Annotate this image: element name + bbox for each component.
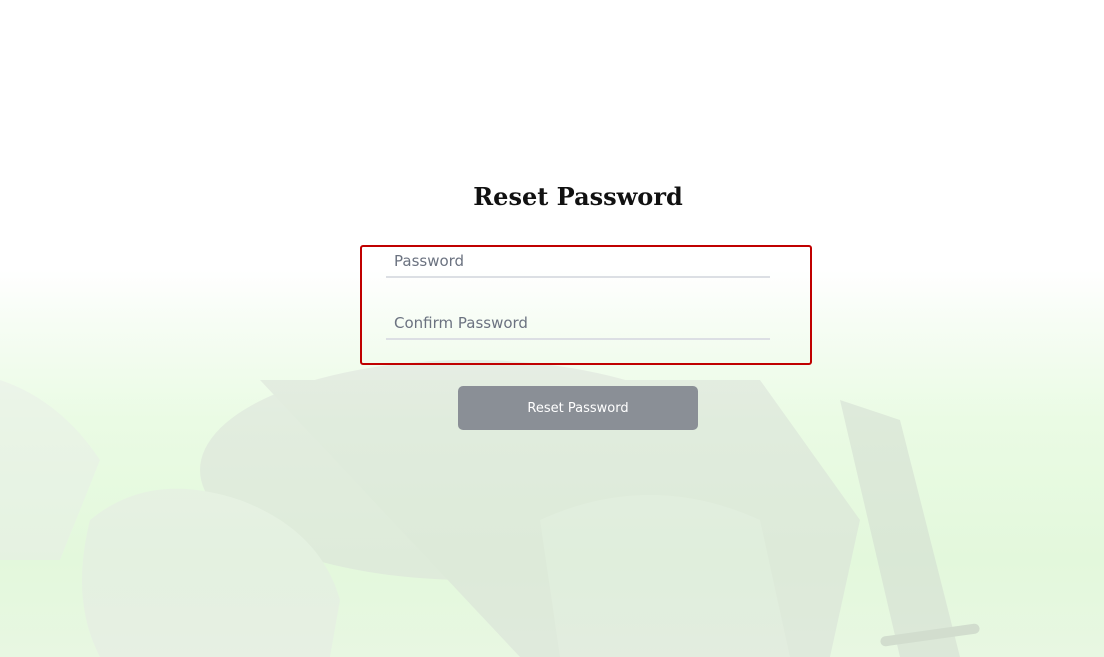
reset-password-button[interactable]: Reset Password [458,386,698,430]
password-field[interactable] [386,246,770,278]
confirm-password-field[interactable] [386,308,770,340]
page-title: Reset Password [473,182,683,211]
